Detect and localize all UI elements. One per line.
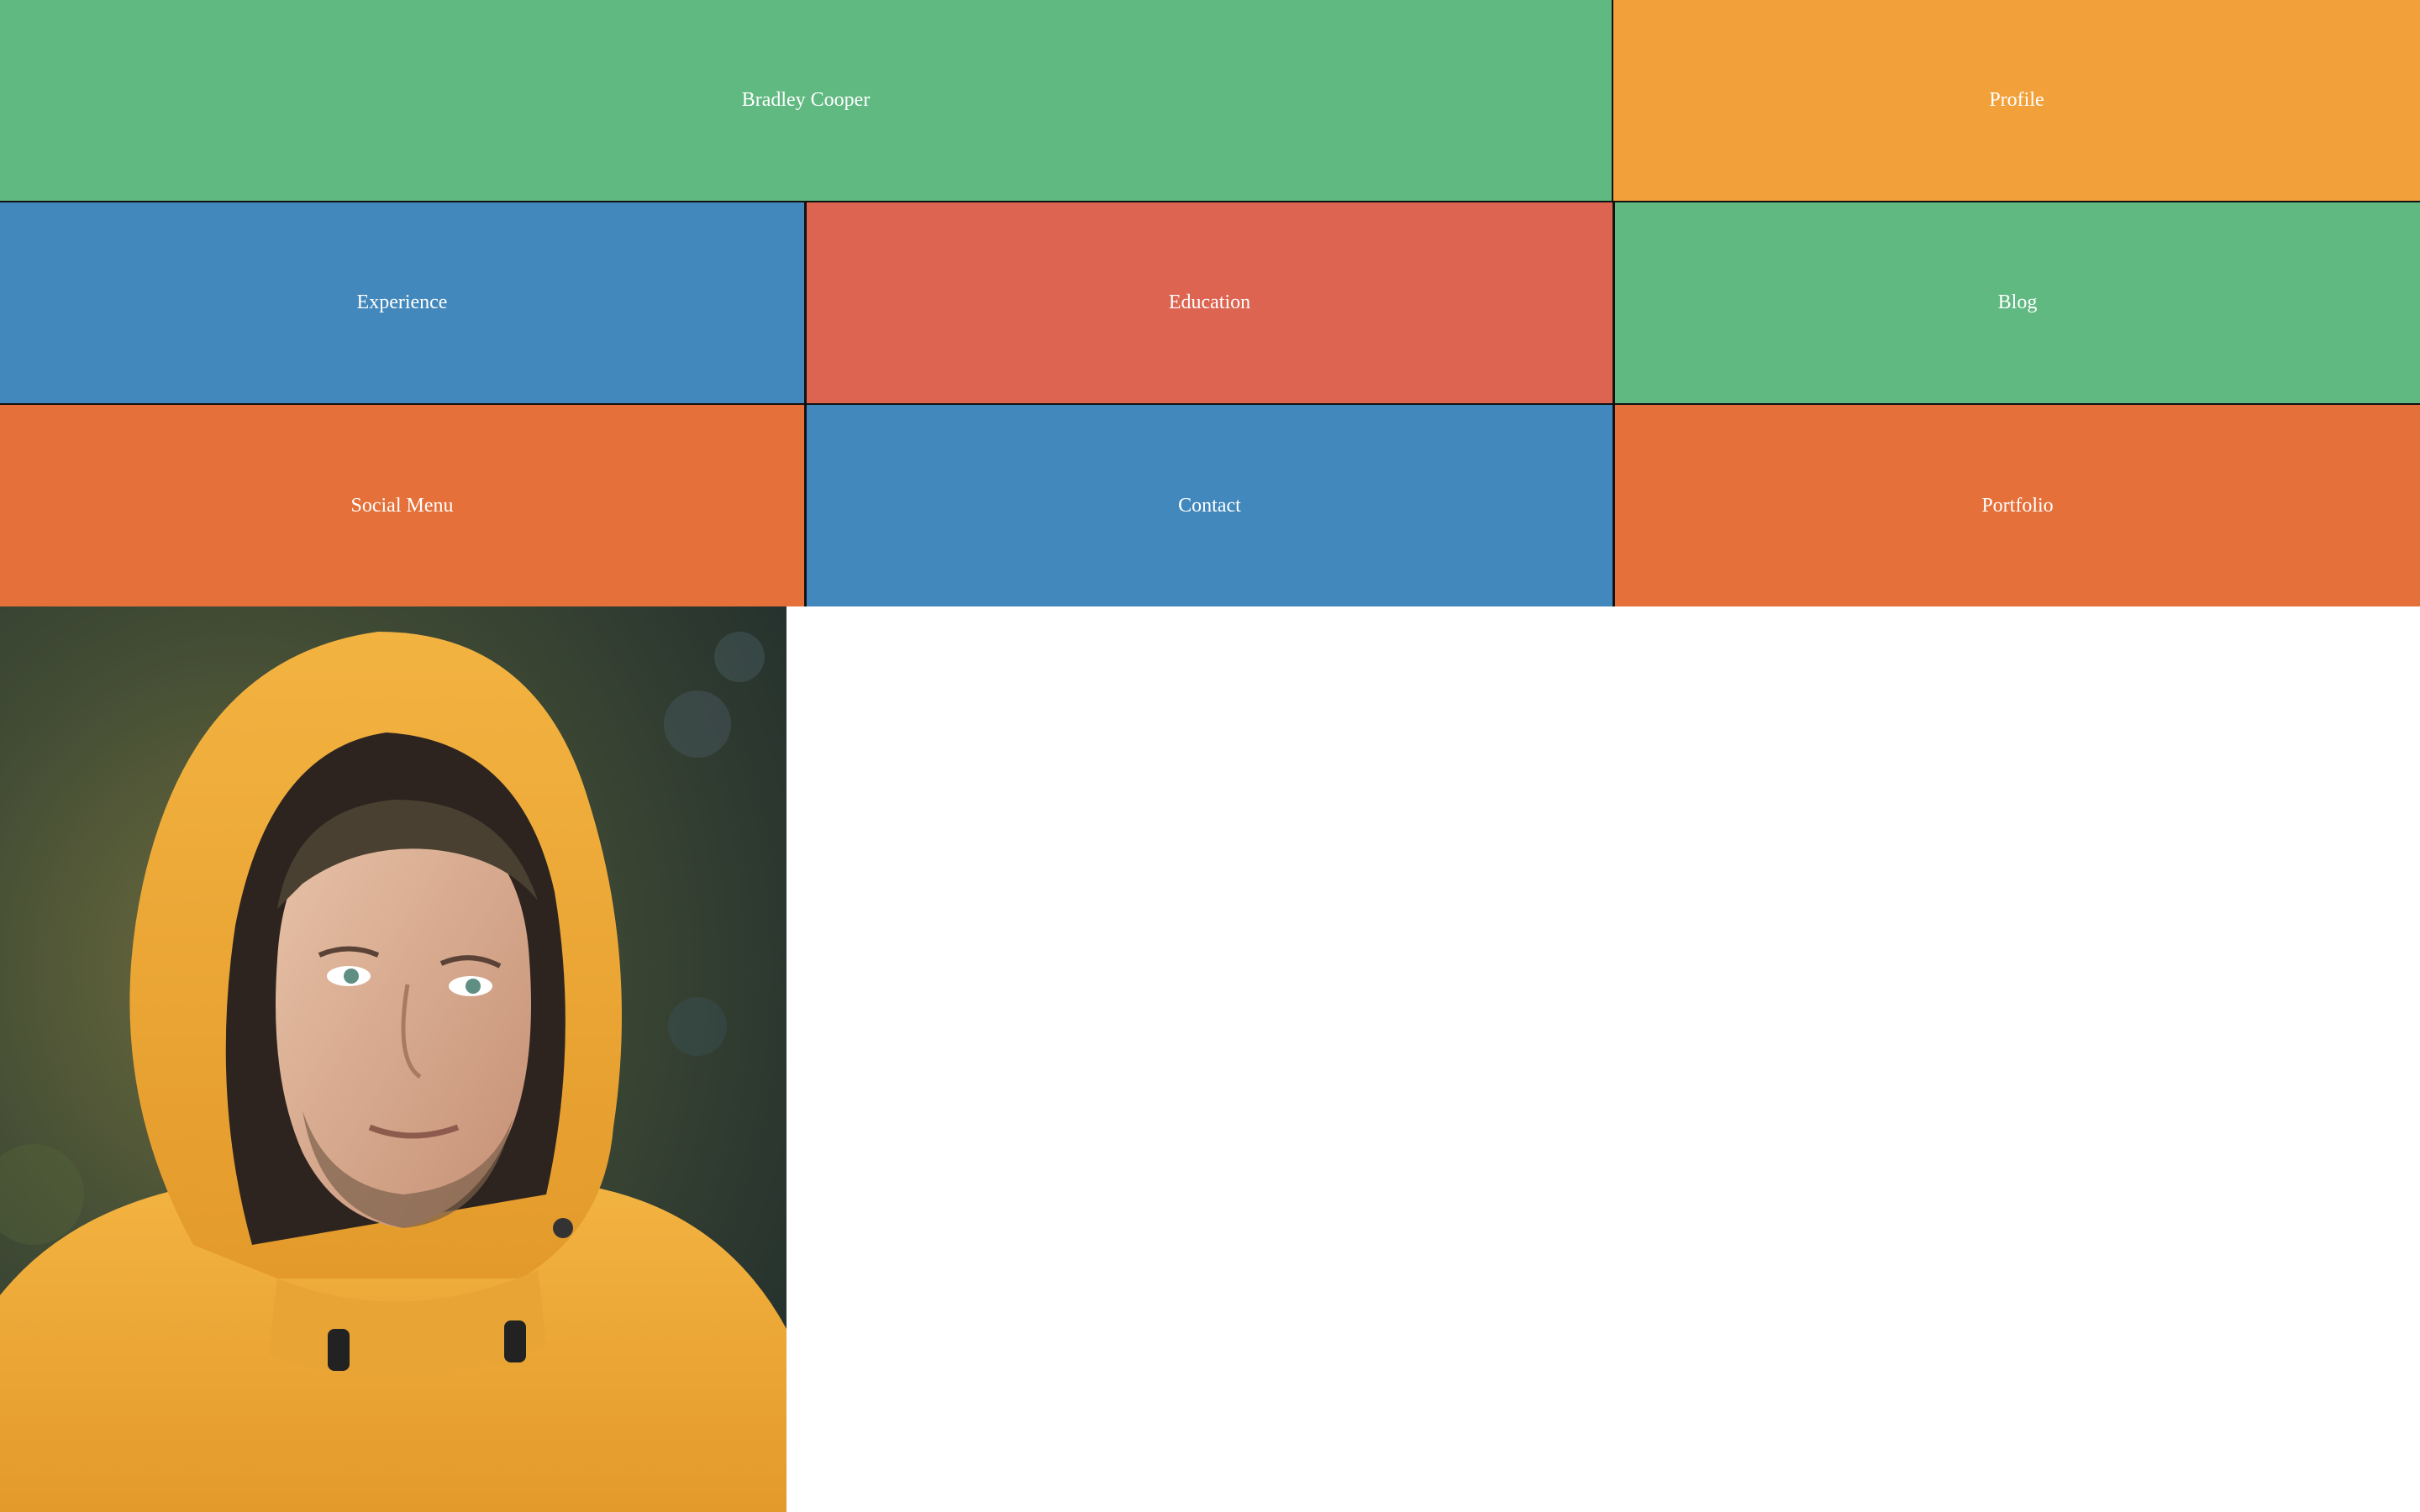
blog-label: Blog bbox=[1997, 291, 2038, 313]
education-label: Education bbox=[1168, 291, 1251, 313]
education-tile[interactable]: Education bbox=[807, 202, 1612, 403]
contact-tile[interactable]: Contact bbox=[807, 405, 1612, 606]
social-menu-label: Social Menu bbox=[350, 494, 454, 517]
blog-tile[interactable]: Blog bbox=[1615, 202, 2420, 403]
experience-tile[interactable]: Experience bbox=[0, 202, 804, 403]
contact-label: Contact bbox=[1178, 494, 1241, 517]
portfolio-label: Portfolio bbox=[1981, 494, 2054, 517]
portfolio-tile[interactable]: Portfolio bbox=[1615, 405, 2420, 606]
profile-tile[interactable]: Profile bbox=[1613, 0, 2420, 201]
tile-navigation: Bradley Cooper Profile Experience Educat… bbox=[0, 0, 2420, 606]
name-tile[interactable]: Bradley Cooper bbox=[0, 0, 1612, 201]
experience-label: Experience bbox=[356, 291, 448, 313]
profile-photo bbox=[0, 606, 786, 1512]
social-menu-tile[interactable]: Social Menu bbox=[0, 405, 804, 606]
portrait-illustration bbox=[0, 606, 786, 1512]
profile-label: Profile bbox=[1989, 89, 2044, 111]
name-label: Bradley Cooper bbox=[741, 89, 871, 111]
